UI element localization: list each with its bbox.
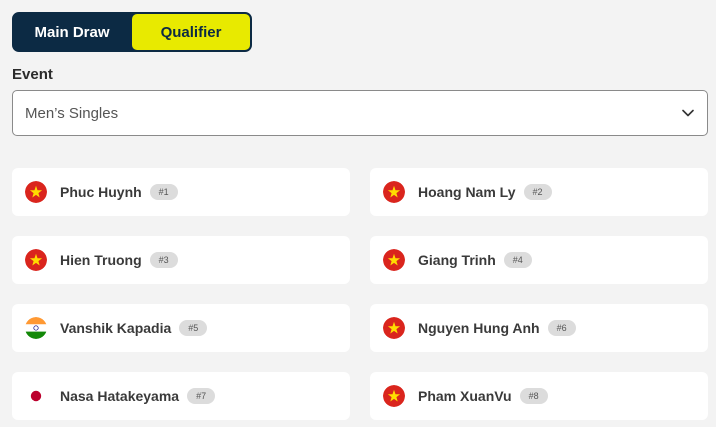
player-name: Phuc Huynh (60, 184, 142, 200)
player-name: Nasa Hatakeyama (60, 388, 180, 404)
player-name: Hoang Nam Ly (418, 184, 516, 200)
player-name: Nguyen Hung Anh (418, 320, 540, 336)
player-card[interactable]: Pham XuanVu #8 (370, 372, 708, 420)
seed-badge: #5 (179, 320, 208, 336)
seed-badge: #1 (149, 184, 178, 200)
player-card[interactable]: Nguyen Hung Anh #6 (370, 304, 708, 352)
seed-badge: #8 (519, 388, 548, 404)
seed-badge: #6 (547, 320, 576, 336)
event-select-value: Men’s Singles (25, 104, 119, 122)
player-name: Giang Trinh (418, 252, 496, 268)
seed-badge: #3 (149, 252, 178, 268)
vietnam-flag-icon (383, 249, 405, 271)
event-select[interactable]: Men’s Singles (12, 90, 708, 136)
main-draw-tab[interactable]: Main Draw (13, 13, 131, 51)
player-name: Pham XuanVu (418, 388, 512, 404)
draw-toggle: Main Draw Qualifier (12, 12, 252, 52)
qualifier-tab[interactable]: Qualifier (132, 14, 250, 50)
chevron-down-icon (681, 106, 695, 120)
india-flag-icon (25, 317, 47, 339)
vietnam-flag-icon (383, 181, 405, 203)
event-label: Event (12, 66, 53, 83)
player-card[interactable]: Hien Truong #3 (12, 236, 350, 284)
vietnam-flag-icon (383, 317, 405, 339)
vietnam-flag-icon (383, 385, 405, 407)
player-card[interactable]: Hoang Nam Ly #2 (370, 168, 708, 216)
player-name: Vanshik Kapadia (60, 320, 172, 336)
vietnam-flag-icon (25, 181, 47, 203)
vietnam-flag-icon (25, 249, 47, 271)
seed-badge: #7 (187, 388, 216, 404)
seed-badge: #4 (503, 252, 532, 268)
player-card[interactable]: Nasa Hatakeyama #7 (12, 372, 350, 420)
seed-badge: #2 (523, 184, 552, 200)
player-name: Hien Truong (60, 252, 142, 268)
japan-flag-icon (25, 385, 47, 407)
player-card[interactable]: Vanshik Kapadia #5 (12, 304, 350, 352)
player-card[interactable]: Phuc Huynh #1 (12, 168, 350, 216)
player-card[interactable]: Giang Trinh #4 (370, 236, 708, 284)
